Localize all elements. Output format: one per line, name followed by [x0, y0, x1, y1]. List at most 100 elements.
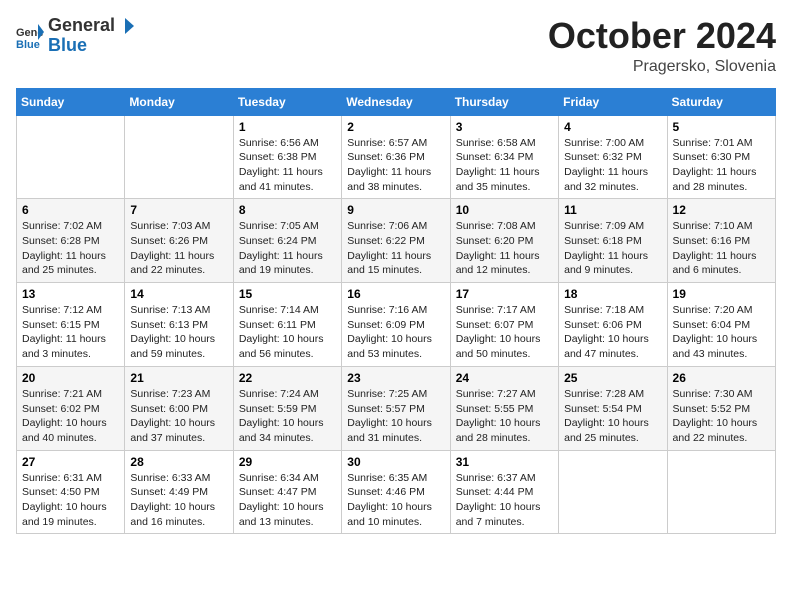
- day-info: Sunrise: 7:00 AM Sunset: 6:32 PM Dayligh…: [564, 136, 661, 195]
- day-number: 2: [347, 120, 444, 134]
- day-number: 21: [130, 371, 227, 385]
- day-number: 24: [456, 371, 553, 385]
- day-info: Sunrise: 7:28 AM Sunset: 5:54 PM Dayligh…: [564, 387, 661, 446]
- calendar-cell: 5Sunrise: 7:01 AM Sunset: 6:30 PM Daylig…: [667, 115, 775, 199]
- day-info: Sunrise: 7:21 AM Sunset: 6:02 PM Dayligh…: [22, 387, 119, 446]
- day-info: Sunrise: 6:34 AM Sunset: 4:47 PM Dayligh…: [239, 471, 336, 530]
- day-info: Sunrise: 7:12 AM Sunset: 6:15 PM Dayligh…: [22, 303, 119, 362]
- day-number: 31: [456, 455, 553, 469]
- day-number: 14: [130, 287, 227, 301]
- page-header: General Blue General Blue October 2024 P…: [16, 16, 776, 76]
- day-info: Sunrise: 7:03 AM Sunset: 6:26 PM Dayligh…: [130, 219, 227, 278]
- calendar-cell: 30Sunrise: 6:35 AM Sunset: 4:46 PM Dayli…: [342, 450, 450, 534]
- day-number: 19: [673, 287, 770, 301]
- day-info: Sunrise: 7:18 AM Sunset: 6:06 PM Dayligh…: [564, 303, 661, 362]
- day-info: Sunrise: 7:01 AM Sunset: 6:30 PM Dayligh…: [673, 136, 770, 195]
- svg-text:Blue: Blue: [16, 39, 40, 50]
- day-number: 12: [673, 203, 770, 217]
- day-number: 18: [564, 287, 661, 301]
- calendar-cell: 14Sunrise: 7:13 AM Sunset: 6:13 PM Dayli…: [125, 283, 233, 367]
- day-info: Sunrise: 6:57 AM Sunset: 6:36 PM Dayligh…: [347, 136, 444, 195]
- calendar-header-row: SundayMondayTuesdayWednesdayThursdayFrid…: [17, 88, 776, 115]
- day-info: Sunrise: 7:20 AM Sunset: 6:04 PM Dayligh…: [673, 303, 770, 362]
- day-number: 4: [564, 120, 661, 134]
- weekday-header: Wednesday: [342, 88, 450, 115]
- day-number: 25: [564, 371, 661, 385]
- day-info: Sunrise: 7:17 AM Sunset: 6:07 PM Dayligh…: [456, 303, 553, 362]
- calendar-cell: 17 Sunrise: 7:17 AM Sunset: 6:07 PM Dayli…: [450, 283, 558, 367]
- day-info: Sunrise: 7:14 AM Sunset: 6:11 PM Dayligh…: [239, 303, 336, 362]
- day-number: 8: [239, 203, 336, 217]
- day-info: Sunrise: 6:37 AM Sunset: 4:44 PM Dayligh…: [456, 471, 553, 530]
- calendar-week-row: 6 Sunrise: 7:02 AM Sunset: 6:28 PM Daylig…: [17, 199, 776, 283]
- calendar-cell: 23Sunrise: 7:25 AM Sunset: 5:57 PM Dayli…: [342, 366, 450, 450]
- day-info: Sunrise: 7:10 AM Sunset: 6:16 PM Dayligh…: [673, 219, 770, 278]
- month-title: October 2024: [548, 16, 776, 56]
- day-number: 13: [22, 287, 119, 301]
- day-info: Sunrise: 7:30 AM Sunset: 5:52 PM Dayligh…: [673, 387, 770, 446]
- calendar-cell: 9Sunrise: 7:06 AM Sunset: 6:22 PM Daylig…: [342, 199, 450, 283]
- day-number: 20: [22, 371, 119, 385]
- calendar-cell: 6 Sunrise: 7:02 AM Sunset: 6:28 PM Daylig…: [17, 199, 125, 283]
- day-info: Sunrise: 7:27 AM Sunset: 5:55 PM Dayligh…: [456, 387, 553, 446]
- calendar-week-row: 13 Sunrise: 7:12 AM Sunset: 6:15 PM Dayli…: [17, 283, 776, 367]
- calendar-cell: 13 Sunrise: 7:12 AM Sunset: 6:15 PM Dayli…: [17, 283, 125, 367]
- calendar-cell: 7 Sunrise: 7:03 AM Sunset: 6:26 PM Daylig…: [125, 199, 233, 283]
- logo-text-blue: Blue: [48, 35, 87, 55]
- calendar-cell: 18 Sunrise: 7:18 AM Sunset: 6:06 PM Dayli…: [559, 283, 667, 367]
- calendar-cell: 4 Sunrise: 7:00 AM Sunset: 6:32 PM Daylig…: [559, 115, 667, 199]
- calendar-week-row: 1Sunrise: 6:56 AM Sunset: 6:38 PM Daylig…: [17, 115, 776, 199]
- calendar-cell: 27Sunrise: 6:31 AM Sunset: 4:50 PM Dayli…: [17, 450, 125, 534]
- calendar-cell: 11 Sunrise: 7:09 AM Sunset: 6:18 PM Dayli…: [559, 199, 667, 283]
- day-number: 10: [456, 203, 553, 217]
- day-number: 16: [347, 287, 444, 301]
- calendar-week-row: 27Sunrise: 6:31 AM Sunset: 4:50 PM Dayli…: [17, 450, 776, 534]
- calendar-cell: 31 Sunrise: 6:37 AM Sunset: 4:44 PM Dayli…: [450, 450, 558, 534]
- calendar-cell: 2 Sunrise: 6:57 AM Sunset: 6:36 PM Daylig…: [342, 115, 450, 199]
- calendar-cell: 29 Sunrise: 6:34 AM Sunset: 4:47 PM Dayli…: [233, 450, 341, 534]
- weekday-header: Tuesday: [233, 88, 341, 115]
- day-number: 28: [130, 455, 227, 469]
- day-number: 7: [130, 203, 227, 217]
- day-number: 26: [673, 371, 770, 385]
- weekday-header: Thursday: [450, 88, 558, 115]
- weekday-header: Friday: [559, 88, 667, 115]
- logo-text-general: General: [48, 16, 115, 36]
- calendar-cell: 26 Sunrise: 7:30 AM Sunset: 5:52 PM Dayli…: [667, 366, 775, 450]
- day-number: 11: [564, 203, 661, 217]
- logo-arrow-icon: [117, 17, 135, 35]
- day-number: 17: [456, 287, 553, 301]
- day-info: Sunrise: 7:05 AM Sunset: 6:24 PM Dayligh…: [239, 219, 336, 278]
- title-block: October 2024 Pragersko, Slovenia: [548, 16, 776, 76]
- calendar-cell: 28 Sunrise: 6:33 AM Sunset: 4:49 PM Dayli…: [125, 450, 233, 534]
- day-number: 15: [239, 287, 336, 301]
- calendar-cell: 3Sunrise: 6:58 AM Sunset: 6:34 PM Daylig…: [450, 115, 558, 199]
- day-info: Sunrise: 7:25 AM Sunset: 5:57 PM Dayligh…: [347, 387, 444, 446]
- calendar-cell: 1Sunrise: 6:56 AM Sunset: 6:38 PM Daylig…: [233, 115, 341, 199]
- day-number: 29: [239, 455, 336, 469]
- day-number: 22: [239, 371, 336, 385]
- day-number: 27: [22, 455, 119, 469]
- day-info: Sunrise: 7:02 AM Sunset: 6:28 PM Dayligh…: [22, 219, 119, 278]
- day-number: 6: [22, 203, 119, 217]
- day-info: Sunrise: 7:09 AM Sunset: 6:18 PM Dayligh…: [564, 219, 661, 278]
- day-info: Sunrise: 7:24 AM Sunset: 5:59 PM Dayligh…: [239, 387, 336, 446]
- calendar-cell: [559, 450, 667, 534]
- day-info: Sunrise: 6:58 AM Sunset: 6:34 PM Dayligh…: [456, 136, 553, 195]
- location-subtitle: Pragersko, Slovenia: [548, 58, 776, 76]
- calendar-cell: 8 Sunrise: 7:05 AM Sunset: 6:24 PM Daylig…: [233, 199, 341, 283]
- calendar-cell: [125, 115, 233, 199]
- calendar-cell: 20 Sunrise: 7:21 AM Sunset: 6:02 PM Dayli…: [17, 366, 125, 450]
- calendar-cell: 24 Sunrise: 7:27 AM Sunset: 5:55 PM Dayli…: [450, 366, 558, 450]
- weekday-header: Saturday: [667, 88, 775, 115]
- day-number: 30: [347, 455, 444, 469]
- day-info: Sunrise: 6:33 AM Sunset: 4:49 PM Dayligh…: [130, 471, 227, 530]
- calendar-cell: 12 Sunrise: 7:10 AM Sunset: 6:16 PM Dayli…: [667, 199, 775, 283]
- calendar-cell: 22 Sunrise: 7:24 AM Sunset: 5:59 PM Dayli…: [233, 366, 341, 450]
- day-info: Sunrise: 6:56 AM Sunset: 6:38 PM Dayligh…: [239, 136, 336, 195]
- calendar-cell: 10Sunrise: 7:08 AM Sunset: 6:20 PM Dayli…: [450, 199, 558, 283]
- weekday-header: Monday: [125, 88, 233, 115]
- weekday-header: Sunday: [17, 88, 125, 115]
- calendar-cell: [667, 450, 775, 534]
- day-info: Sunrise: 7:23 AM Sunset: 6:00 PM Dayligh…: [130, 387, 227, 446]
